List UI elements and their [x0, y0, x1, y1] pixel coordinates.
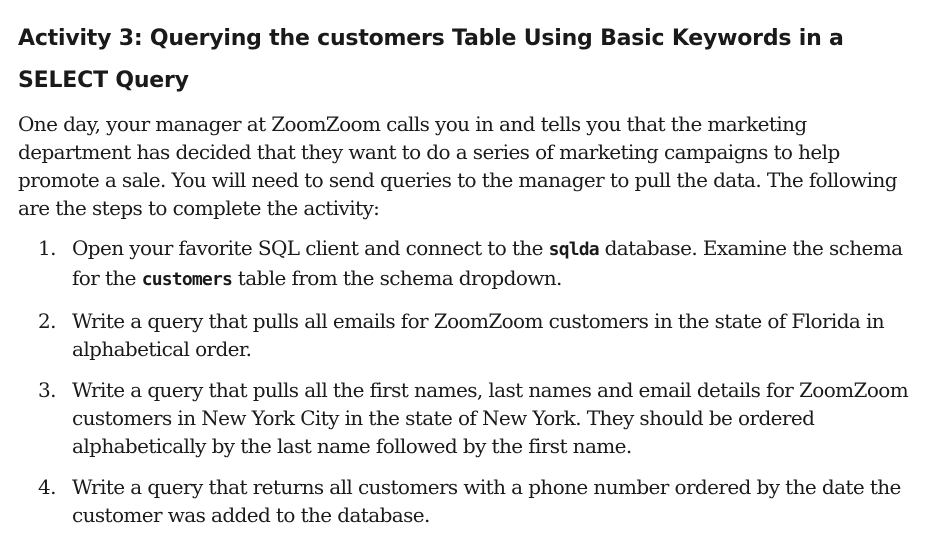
list-item-step-2: 2. Write a query that pulls all emails f…	[18, 307, 923, 363]
code-sqlda: sqlda	[548, 239, 600, 260]
step-number: 2.	[38, 309, 56, 333]
step-text: Write a query that returns all customers…	[72, 475, 901, 527]
activity-heading: Activity 3: Querying the customers Table…	[18, 26, 844, 93]
step-text: Open your favorite SQL client and connec…	[72, 236, 903, 290]
step-text: Write a query that pulls all the first n…	[72, 378, 909, 458]
step-number: 3.	[38, 378, 56, 402]
intro-paragraph: One day, your manager at ZoomZoom calls …	[18, 112, 898, 220]
step-number: 1.	[38, 236, 56, 260]
step-text: Write a query that pulls all emails for …	[72, 309, 885, 361]
activity-document: Activity 3: Querying the customers Table…	[18, 18, 923, 542]
list-item-step-3: 3. Write a query that pulls all the firs…	[18, 376, 923, 460]
steps-list: 1. Open your favorite SQL client and con…	[18, 234, 923, 529]
code-customers: customers	[141, 269, 233, 290]
step-number: 4.	[38, 475, 56, 499]
list-item-step-1: 1. Open your favorite SQL client and con…	[18, 234, 923, 294]
list-item-step-4: 4. Write a query that returns all custom…	[18, 473, 923, 529]
